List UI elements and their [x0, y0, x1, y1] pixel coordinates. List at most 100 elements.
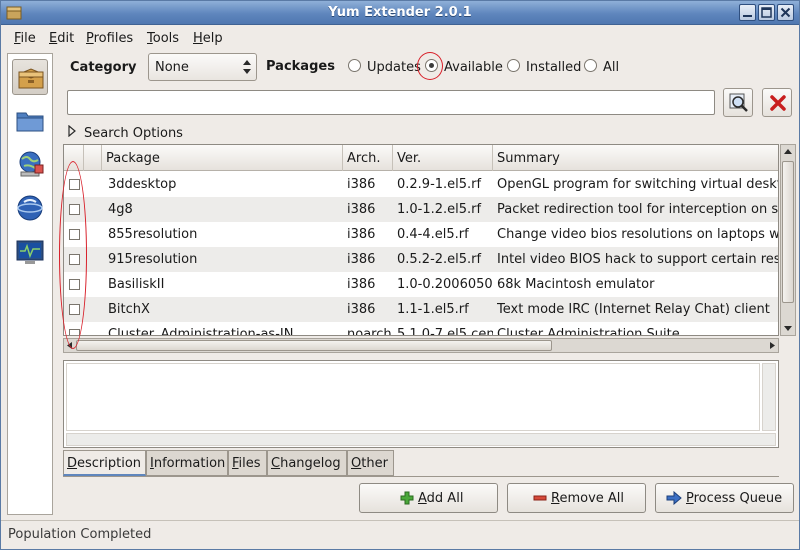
updown-arrows-icon: [242, 59, 252, 79]
menu-help[interactable]: Help: [193, 31, 223, 46]
sidebar-item-queue[interactable]: [12, 146, 48, 182]
scroll-up-icon[interactable]: [781, 145, 795, 159]
package-list-vertical-scrollbar[interactable]: [780, 144, 796, 336]
table-row[interactable]: Cluster_Administration-as-IN noarch 5.1.0-…: [64, 322, 778, 336]
table-row[interactable]: BitchX i386 1.1-1.el5.rf Text mode IRC (Int…: [64, 297, 778, 322]
cell-summary: Packet redirection tool for interception…: [497, 202, 779, 217]
cell-ver: 5.1.0-7.el5.centos: [397, 327, 493, 336]
cell-name: Cluster_Administration-as-IN: [108, 327, 294, 336]
header-summary[interactable]: Summary: [493, 145, 778, 171]
tab-other[interactable]: Other: [347, 450, 394, 476]
description-text: [66, 363, 760, 431]
radio-updates[interactable]: [348, 59, 361, 72]
table-row[interactable]: 4g8 i386 1.0-1.2.el5.rf Packet redirection …: [64, 197, 779, 222]
sidebar-item-groups[interactable]: [12, 102, 48, 138]
radio-updates-label[interactable]: Updates: [367, 60, 421, 75]
expander-arrow-icon[interactable]: [67, 124, 77, 141]
search-button[interactable]: [723, 88, 753, 117]
monitor-icon: [16, 240, 44, 264]
maximize-icon: [761, 7, 772, 18]
category-select[interactable]: None: [148, 53, 257, 81]
header-package[interactable]: Package: [102, 145, 343, 171]
table-row[interactable]: 855resolution i386 0.4-4.el5.rf Change vide…: [64, 222, 778, 247]
table-row[interactable]: 3ddesktop i386 0.2.9-1.el5.rf OpenGL progra…: [64, 172, 779, 197]
maximize-button[interactable]: [758, 4, 775, 21]
tab-description[interactable]: Description: [63, 450, 146, 476]
cell-arch: i386: [347, 277, 376, 292]
header-arch[interactable]: Arch.: [343, 145, 393, 171]
remove-all-button[interactable]: Remove All: [507, 483, 646, 513]
view-sidebar: [7, 53, 53, 515]
cell-name: 855resolution: [108, 227, 198, 242]
cell-arch: i386: [347, 252, 376, 267]
package-list-horizontal-scrollbar[interactable]: [63, 338, 779, 353]
horizontal-scroll-thumb[interactable]: [76, 340, 552, 351]
cell-ver: 0.2.9-1.el5.rf: [397, 177, 482, 192]
menu-edit[interactable]: Edit: [49, 31, 74, 46]
red-minus-icon: [533, 491, 547, 509]
radio-installed-label[interactable]: Installed: [526, 60, 581, 75]
header-version[interactable]: Ver.: [393, 145, 493, 171]
menu-profiles[interactable]: Profiles: [86, 31, 133, 46]
header-spacer: [84, 145, 102, 171]
cell-ver: 1.1-1.el5.rf: [397, 302, 469, 317]
table-row[interactable]: BasiliskII i386 1.0-0.20060501 68k Macintos…: [64, 272, 778, 297]
package-list: Package Arch. Ver. Summary 3ddesktop i386…: [63, 144, 779, 336]
radio-all-label[interactable]: All: [603, 60, 619, 75]
title-bar[interactable]: Yum Extender 2.0.1: [1, 1, 799, 25]
status-text: Population Completed: [8, 527, 152, 542]
radio-available-label[interactable]: Available: [444, 60, 503, 75]
menu-tools[interactable]: Tools: [147, 31, 179, 46]
green-plus-icon: [400, 491, 414, 509]
annotation-circle: [417, 52, 443, 80]
table-row[interactable]: 915resolution i386 0.5.2-2.el5.rf Intel vid…: [64, 247, 778, 272]
cell-ver: 1.0-1.2.el5.rf: [397, 202, 482, 217]
status-bar: Population Completed: [1, 520, 799, 549]
cell-ver: 0.5.2-2.el5.rf: [397, 252, 482, 267]
tabs-divider: [63, 476, 779, 477]
search-options-toggle[interactable]: Search Options: [84, 126, 183, 141]
window-title: Yum Extender 2.0.1: [328, 5, 472, 20]
red-x-icon: [770, 95, 786, 111]
add-all-button[interactable]: Add All: [359, 483, 498, 513]
category-label: Category: [70, 60, 137, 75]
cell-summary: Intel video BIOS hack to support certain…: [497, 252, 778, 267]
process-queue-button[interactable]: Process Queue: [655, 483, 794, 513]
package-box-icon: [18, 68, 44, 89]
annotation-oval: [59, 161, 87, 349]
cell-arch: i386: [347, 227, 376, 242]
sidebar-item-repositories[interactable]: [12, 190, 48, 226]
description-vertical-scrollbar[interactable]: [762, 363, 776, 431]
radio-installed[interactable]: [507, 59, 520, 72]
cell-arch: noarch: [347, 327, 392, 336]
search-input[interactable]: [67, 90, 715, 115]
magnifier-icon: [729, 93, 748, 112]
minimize-button[interactable]: [739, 4, 756, 21]
radio-all[interactable]: [584, 59, 597, 72]
vertical-scroll-thumb[interactable]: [782, 161, 794, 303]
menu-file[interactable]: File: [14, 31, 36, 46]
cell-summary: OpenGL program for switching virtual des…: [497, 177, 779, 192]
cell-arch: i386: [347, 177, 376, 192]
cell-summary: Cluster Administration Suite: [497, 327, 680, 336]
cell-ver: 1.0-0.20060501: [397, 277, 493, 292]
tab-changelog[interactable]: Changelog: [267, 450, 347, 476]
cell-ver: 0.4-4.el5.rf: [397, 227, 469, 242]
cell-arch: i386: [347, 302, 376, 317]
scroll-right-icon[interactable]: [766, 339, 778, 352]
sidebar-item-packages[interactable]: [12, 59, 48, 95]
table-header: Package Arch. Ver. Summary: [64, 145, 778, 171]
tab-information[interactable]: Information: [146, 450, 228, 476]
close-window-button[interactable]: [777, 4, 794, 21]
tab-files[interactable]: Files: [228, 450, 267, 476]
description-pane: [63, 360, 779, 448]
scroll-down-icon[interactable]: [781, 321, 795, 335]
cell-name: BasiliskII: [108, 277, 165, 292]
blue-arrow-icon: [666, 490, 682, 509]
cell-summary: 68k Macintosh emulator: [497, 277, 655, 292]
cell-arch: i386: [347, 202, 376, 217]
clear-search-button[interactable]: [762, 88, 792, 117]
cell-name: BitchX: [108, 302, 150, 317]
sidebar-item-output[interactable]: [12, 234, 48, 270]
description-horizontal-scrollbar[interactable]: [66, 433, 776, 446]
